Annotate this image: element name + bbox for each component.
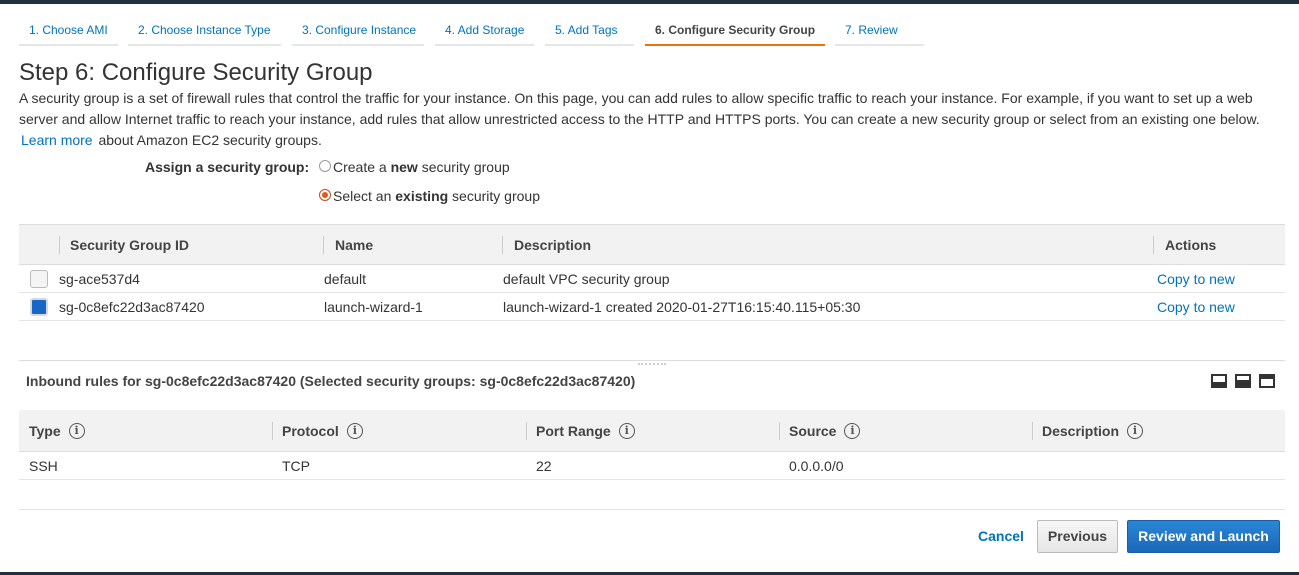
tab-add-storage[interactable]: 4. Add Storage xyxy=(435,14,534,46)
copy-to-new-link[interactable]: Copy to new xyxy=(1157,299,1235,315)
column-actions: Actions xyxy=(1153,236,1283,254)
resize-grip-handle[interactable] xyxy=(638,363,666,367)
layout-bottom-small-icon[interactable] xyxy=(1211,374,1227,388)
table-row[interactable]: sg-ace537d4 default default VPC security… xyxy=(19,265,1285,293)
cancel-button[interactable]: Cancel xyxy=(978,528,1024,544)
sg-id: sg-0c8efc22d3ac87420 xyxy=(59,299,205,315)
page-title: Step 6: Configure Security Group xyxy=(19,59,373,86)
table-row[interactable]: sg-0c8efc22d3ac87420 launch-wizard-1 lau… xyxy=(19,293,1285,321)
column-protocol: Protocol i xyxy=(272,410,525,452)
column-name[interactable]: Name xyxy=(323,236,502,254)
review-and-launch-button[interactable]: Review and Launch xyxy=(1127,520,1280,553)
sg-description: launch-wizard-1 created 2020-01-27T16:15… xyxy=(503,299,861,315)
layout-toggle-group xyxy=(1211,374,1275,388)
column-port-range: Port Range i xyxy=(526,410,779,452)
info-icon[interactable]: i xyxy=(346,423,363,439)
table-header: Security Group ID Name Description Actio… xyxy=(19,224,1285,265)
rule-source: 0.0.0.0/0 xyxy=(789,458,844,474)
layout-maximize-icon[interactable] xyxy=(1259,374,1275,388)
info-icon[interactable]: i xyxy=(618,423,635,439)
tab-choose-ami[interactable]: 1. Choose AMI xyxy=(19,14,118,46)
footer-divider xyxy=(19,509,1285,510)
previous-button[interactable]: Previous xyxy=(1037,520,1118,553)
tab-review[interactable]: 7. Review xyxy=(835,14,924,46)
info-icon[interactable]: i xyxy=(844,423,861,439)
sg-name: launch-wizard-1 xyxy=(324,299,423,315)
radio-label-new: Create a new security group xyxy=(333,159,510,175)
sg-id: sg-ace537d4 xyxy=(59,271,140,287)
rule-protocol: TCP xyxy=(282,458,310,474)
radio-button-unchecked[interactable] xyxy=(319,160,331,172)
tab-choose-instance-type[interactable]: 2. Choose Instance Type xyxy=(128,14,281,46)
top-navigation-bar xyxy=(0,0,1299,4)
layout-bottom-large-icon[interactable] xyxy=(1235,374,1251,388)
page-description: A security group is a set of firewall ru… xyxy=(19,88,1279,151)
tab-configure-instance[interactable]: 3. Configure Instance xyxy=(292,14,424,46)
tab-add-tags[interactable]: 5. Add Tags xyxy=(545,14,634,46)
info-icon[interactable]: i xyxy=(1127,423,1144,439)
radio-label-existing: Select an existing security group xyxy=(333,188,540,204)
radio-select-existing[interactable]: Select an existing security group xyxy=(319,188,540,204)
table-row: SSH TCP 22 0.0.0.0/0 xyxy=(19,452,1285,480)
security-groups-table: Security Group ID Name Description Actio… xyxy=(19,224,1285,321)
row-checkbox-checked[interactable] xyxy=(30,298,48,316)
description-text: A security group is a set of firewall ru… xyxy=(19,90,1260,127)
info-icon[interactable]: i xyxy=(68,423,85,439)
learn-more-suffix: about Amazon EC2 security groups. xyxy=(98,132,322,148)
column-source: Source i xyxy=(779,410,1032,452)
column-security-group-id[interactable]: Security Group ID xyxy=(59,236,323,254)
rule-type: SSH xyxy=(29,458,58,474)
inbound-rules-title: Inbound rules for sg-0c8efc22d3ac87420 (… xyxy=(26,373,636,389)
rules-table-header: Type i Protocol i Port Range i Source i Desc… xyxy=(19,410,1285,452)
panel-divider xyxy=(19,360,1285,361)
radio-button-checked[interactable] xyxy=(319,189,331,201)
column-rule-description: Description i xyxy=(1032,410,1285,452)
sg-name: default xyxy=(324,271,367,287)
assign-security-group-label: Assign a security group: xyxy=(145,159,310,175)
copy-to-new-link[interactable]: Copy to new xyxy=(1157,271,1235,287)
learn-more-link[interactable]: Learn more xyxy=(21,132,93,148)
column-type: Type i xyxy=(19,410,272,452)
radio-create-new[interactable]: Create a new security group xyxy=(319,159,510,175)
inbound-rules-table: Type i Protocol i Port Range i Source i Desc… xyxy=(19,410,1285,480)
column-description[interactable]: Description xyxy=(502,236,1154,254)
sg-description: default VPC security group xyxy=(503,271,670,287)
rule-port-range: 22 xyxy=(536,458,552,474)
tab-configure-security-group[interactable]: 6. Configure Security Group xyxy=(645,14,825,46)
row-checkbox[interactable] xyxy=(30,270,48,288)
